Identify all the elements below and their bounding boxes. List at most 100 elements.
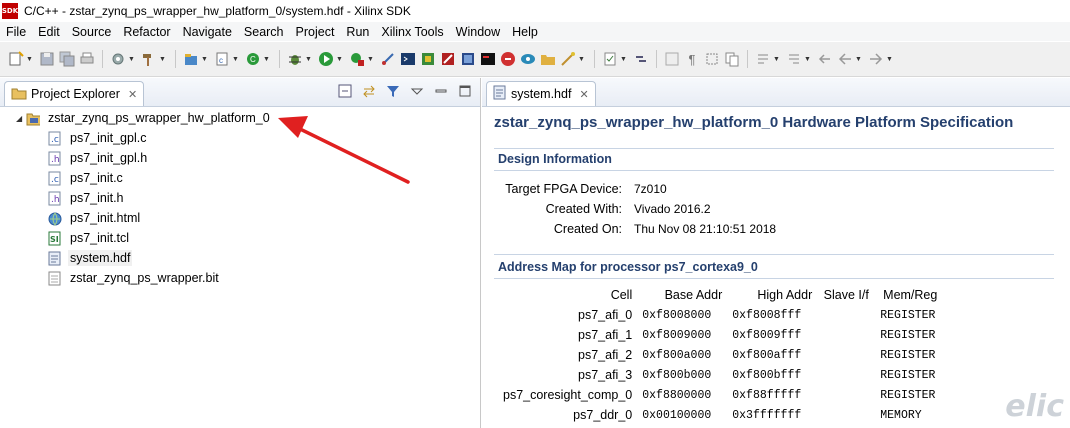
filter-icon[interactable] — [386, 84, 400, 98]
info-key: Target FPGA Device: — [505, 182, 622, 196]
mem-reg: REGISTER — [880, 368, 936, 382]
menu-window[interactable]: Window — [450, 25, 506, 39]
new-class-dropdown-icon[interactable]: ▼ — [263, 56, 270, 63]
view-actions — [338, 84, 472, 98]
mem-reg: MEMORY — [880, 408, 922, 422]
new-file-dropdown-icon[interactable]: ▼ — [232, 56, 239, 63]
settings-dropdown-icon[interactable]: ▼ — [128, 56, 135, 63]
collapse-all-icon[interactable] — [338, 84, 352, 98]
editor-tabbar: system.hdf ✕ — [482, 78, 1070, 107]
new-icon[interactable] — [8, 51, 24, 67]
tree-item-bitstream[interactable]: zstar_zynq_ps_wrapper.bit — [0, 268, 480, 288]
tab-project-explorer[interactable]: Project Explorer ✕ — [4, 81, 145, 106]
word-wrap-icon[interactable] — [664, 51, 680, 67]
wand-icon[interactable] — [560, 51, 576, 67]
menu-edit[interactable]: Edit — [32, 25, 66, 39]
h-file-icon: .h — [48, 151, 62, 166]
svg-text:C: C — [250, 55, 256, 64]
debug-dropdown-icon[interactable]: ▼ — [305, 56, 312, 63]
tree-item-ps7-init-html[interactable]: ps7_init.html — [0, 208, 480, 228]
show-whitespace-icon[interactable]: ¶ — [684, 51, 700, 67]
print-icon[interactable] — [79, 51, 95, 67]
forward-dropdown-icon[interactable]: ▼ — [886, 56, 893, 63]
cell-name: ps7_afi_2 — [578, 348, 633, 362]
minimize-icon[interactable] — [434, 84, 448, 98]
maximize-icon[interactable] — [458, 84, 472, 98]
prev-annotation-icon[interactable] — [786, 51, 802, 67]
table-row: ps7_afi_2 0xf800a000 0xf800afff REGISTER — [498, 345, 945, 365]
settings-gear-icon[interactable] — [110, 51, 126, 67]
slave-if — [817, 365, 875, 385]
tab-system-hdf[interactable]: system.hdf ✕ — [486, 81, 596, 106]
link-with-editor-icon[interactable] — [362, 84, 376, 98]
forward-arrow-icon[interactable] — [868, 51, 884, 67]
flash-icon[interactable] — [500, 51, 516, 67]
terminal-icon[interactable] — [400, 51, 416, 67]
cell-name: ps7_afi_3 — [578, 368, 633, 382]
new-project-icon[interactable] — [183, 51, 199, 67]
menu-refactor[interactable]: Refactor — [117, 25, 176, 39]
menu-file[interactable]: File — [0, 25, 32, 39]
toolbar-separator — [656, 50, 657, 68]
bootgen-icon[interactable] — [520, 51, 536, 67]
save-icon[interactable] — [39, 51, 55, 67]
program-fpga-icon[interactable] — [420, 51, 436, 67]
view-menu-icon[interactable] — [410, 84, 424, 98]
hdf-file-icon — [48, 251, 62, 266]
mem-reg: REGISTER — [880, 328, 936, 342]
next-annotation-dropdown-icon[interactable]: ▼ — [773, 56, 780, 63]
prev-annotation-dropdown-icon[interactable]: ▼ — [804, 56, 811, 63]
toggle-mark-icon[interactable] — [602, 51, 618, 67]
external-tools-dropdown-icon[interactable]: ▼ — [367, 56, 374, 63]
page-title: zstar_zynq_ps_wrapper_hw_platform_0 Hard… — [494, 114, 1014, 131]
block-selection-icon[interactable] — [704, 51, 720, 67]
xmd-console-icon[interactable] — [480, 51, 496, 67]
last-edit-icon[interactable] — [817, 51, 833, 67]
new-class-icon[interactable]: C — [245, 51, 261, 67]
menu-navigate[interactable]: Navigate — [177, 25, 238, 39]
probe-icon[interactable] — [380, 51, 396, 67]
tree-item-label: system.hdf — [68, 250, 133, 266]
external-tools-icon[interactable] — [349, 51, 365, 67]
menu-search[interactable]: Search — [238, 25, 290, 39]
build-dropdown-icon[interactable]: ▼ — [159, 56, 166, 63]
main-toolbar: ▼ ▼ ▼ ▼ c ▼ C ▼ ▼ ▼ ▼ ▼ ▼ ¶ ▼ ▼ ▼ ▼ — [0, 42, 1070, 77]
back-dropdown-icon[interactable]: ▼ — [855, 56, 862, 63]
wand-dropdown-icon[interactable]: ▼ — [578, 56, 585, 63]
run-icon[interactable] — [318, 51, 334, 67]
tree-root-label: zstar_zynq_ps_wrapper_hw_platform_0 — [48, 111, 270, 125]
menu-help[interactable]: Help — [506, 25, 544, 39]
menu-xilinx-tools[interactable]: Xilinx Tools — [375, 25, 449, 39]
menu-source[interactable]: Source — [66, 25, 118, 39]
debug-bug-icon[interactable] — [287, 51, 303, 67]
build-hammer-icon[interactable] — [141, 51, 157, 67]
tree-item-ps7-init-h[interactable]: .h ps7_init.h — [0, 188, 480, 208]
folder-open-icon[interactable] — [540, 51, 556, 67]
chip-icon[interactable] — [440, 51, 456, 67]
toggle-mark-dropdown-icon[interactable]: ▼ — [620, 56, 627, 63]
mem-reg: REGISTER — [880, 388, 936, 402]
next-annotation-icon[interactable] — [755, 51, 771, 67]
close-icon[interactable]: ✕ — [128, 88, 137, 101]
menu-project[interactable]: Project — [290, 25, 341, 39]
tree-item-ps7-init-tcl[interactable]: SI ps7_init.tcl — [0, 228, 480, 248]
link-editor-icon[interactable] — [633, 51, 649, 67]
high-addr: 0x3fffffff — [732, 408, 802, 422]
c-file-icon: .c — [48, 131, 62, 146]
editor-tab-label: system.hdf — [511, 87, 572, 101]
tree-item-system-hdf[interactable]: system.hdf — [0, 248, 480, 268]
close-icon[interactable]: ✕ — [579, 88, 588, 101]
design-information-heading: Design Information — [498, 152, 612, 166]
menu-run[interactable]: Run — [340, 25, 375, 39]
column-header-slave-if: Slave I/f — [823, 288, 869, 302]
new-dropdown-icon[interactable]: ▼ — [26, 56, 33, 63]
run-dropdown-icon[interactable]: ▼ — [336, 56, 343, 63]
expand-arrow-icon[interactable]: ◢ — [16, 114, 26, 123]
new-project-dropdown-icon[interactable]: ▼ — [201, 56, 208, 63]
slave-if — [817, 405, 875, 425]
back-arrow-icon[interactable] — [837, 51, 853, 67]
board-icon[interactable] — [460, 51, 476, 67]
new-file-icon[interactable]: c — [214, 51, 230, 67]
copy-icon[interactable] — [724, 51, 740, 67]
save-all-icon[interactable] — [59, 51, 75, 67]
